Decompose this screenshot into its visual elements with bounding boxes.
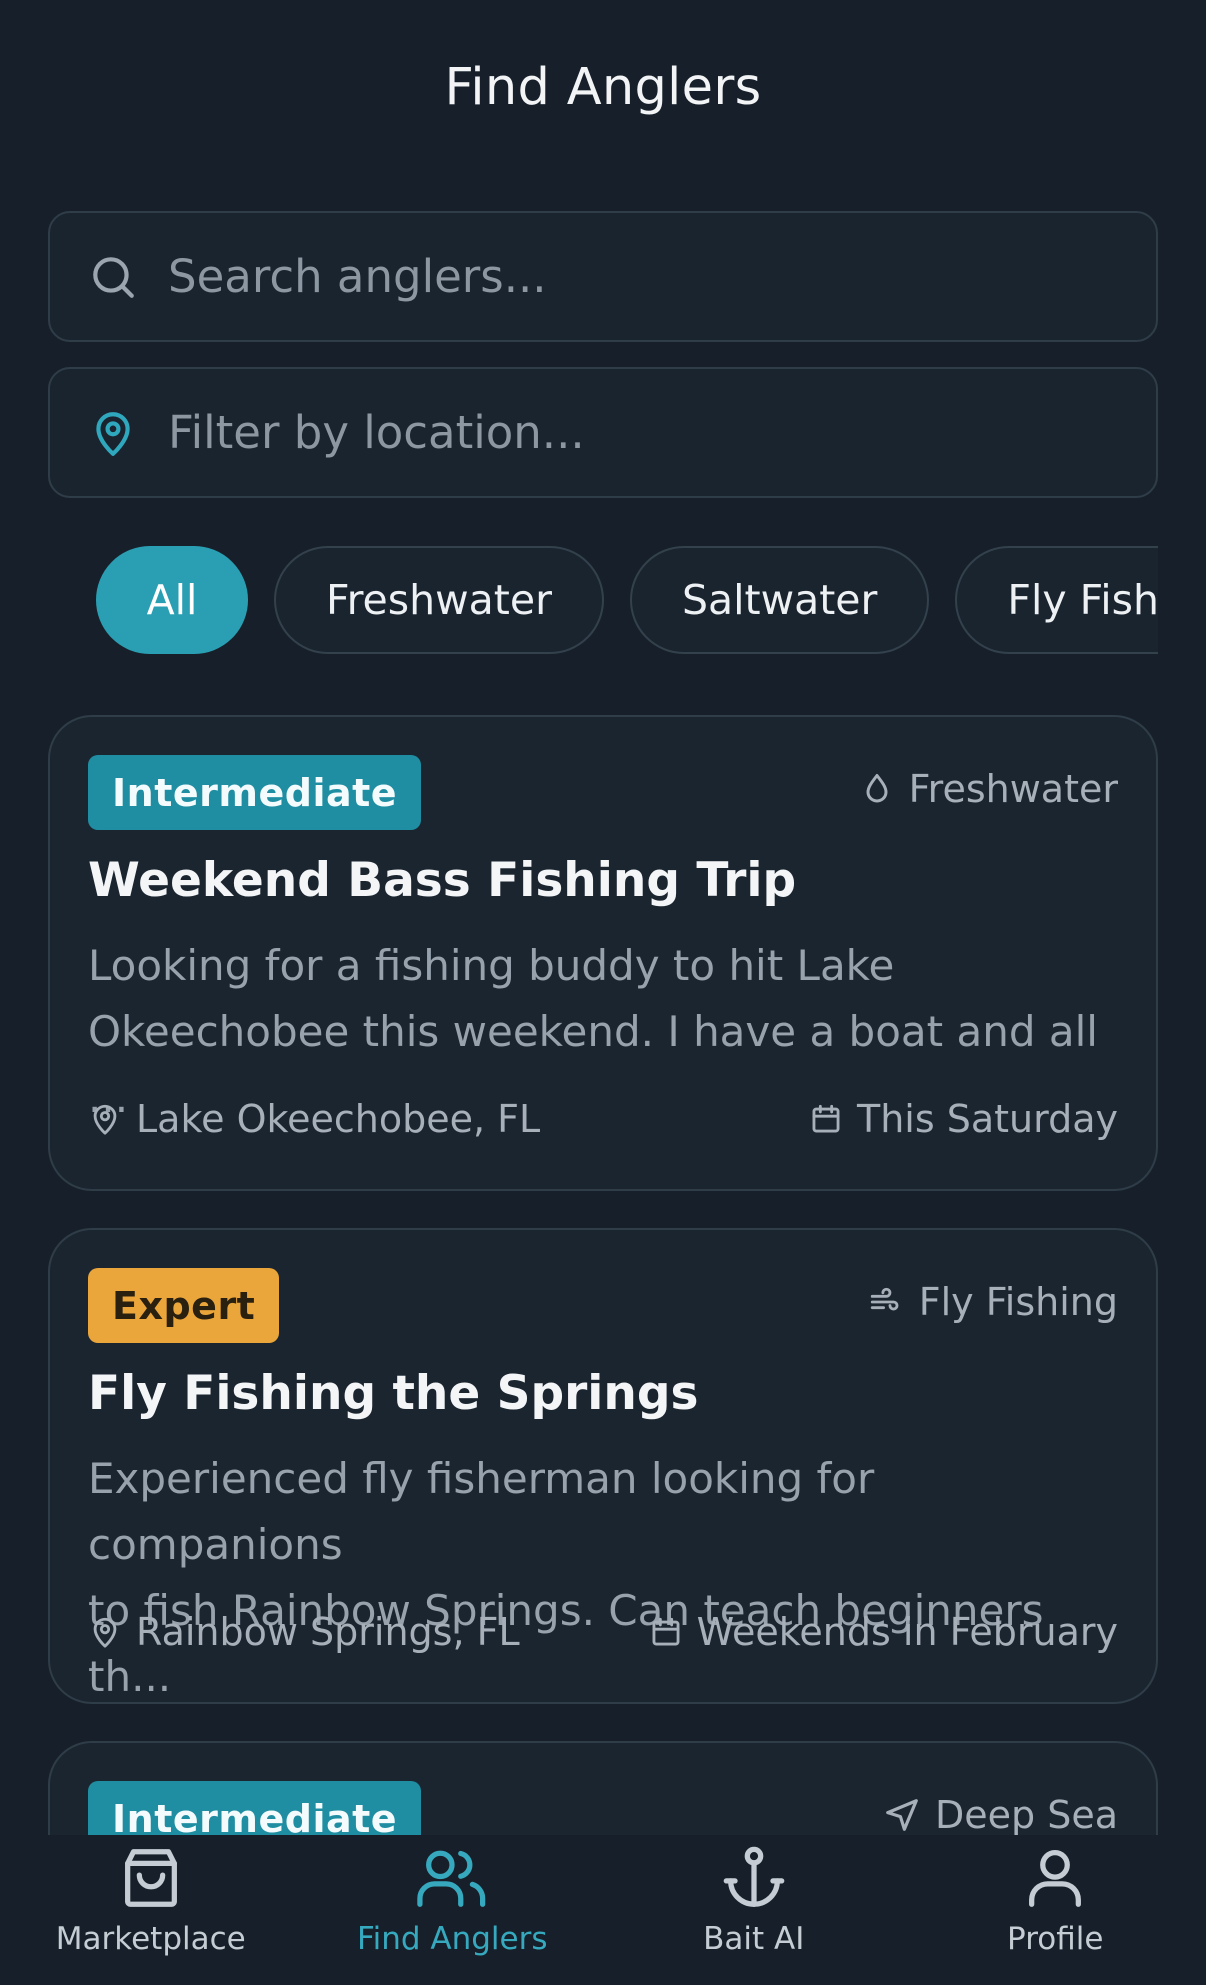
map-pin-icon bbox=[96, 411, 130, 456]
fishing-type-label: Fly Fishing bbox=[918, 1280, 1118, 1324]
filter-chip-freshwater[interactable]: Freshwater bbox=[274, 546, 604, 654]
nav-item-marketplace[interactable]: Marketplace bbox=[0, 1835, 302, 1985]
map-pin-icon bbox=[93, 1104, 117, 1135]
post-location: Rainbow Springs, FL bbox=[88, 1610, 520, 1654]
water-drop-icon bbox=[866, 774, 888, 803]
calendar-icon bbox=[652, 1617, 680, 1646]
nav-label: Marketplace bbox=[55, 1921, 246, 1957]
location-label: Lake Okeechobee, FL bbox=[136, 1097, 541, 1141]
fishing-type: Deep Sea bbox=[883, 1793, 1118, 1837]
navigation-arrow-icon bbox=[886, 1799, 918, 1831]
location-input[interactable] bbox=[168, 406, 1068, 459]
location-label: Rainbow Springs, FL bbox=[136, 1610, 520, 1654]
fishing-type: Freshwater bbox=[859, 767, 1118, 811]
fishing-type-label: Freshwater bbox=[908, 767, 1118, 811]
calendar-icon bbox=[812, 1104, 840, 1133]
post-description-line: Looking for a fishing buddy to hit Lake bbox=[88, 941, 895, 990]
skill-level-badge: Expert bbox=[88, 1268, 280, 1343]
search-icon bbox=[93, 256, 134, 298]
users-icon bbox=[417, 1850, 486, 1907]
fishing-type: Fly Fishing bbox=[865, 1280, 1118, 1324]
post-location: Lake Okeechobee, FL bbox=[88, 1097, 540, 1141]
user-icon bbox=[1029, 1850, 1082, 1907]
angler-post-card[interactable]: Intermediate Freshwater Weekend Bass Fis… bbox=[48, 715, 1158, 1191]
nav-item-find-anglers[interactable]: Find Anglers bbox=[302, 1835, 604, 1985]
filter-chips: All Freshwater Saltwater Fly Fishing bbox=[48, 546, 1158, 656]
post-description-line: Experienced fly fisherman looking for co… bbox=[88, 1454, 875, 1569]
search-field[interactable] bbox=[48, 211, 1158, 342]
search-input[interactable] bbox=[168, 250, 1068, 303]
post-description: Experienced fly fisherman looking for co… bbox=[88, 1446, 1128, 1710]
page-title: Find Anglers bbox=[444, 58, 762, 117]
post-title: Weekend Bass Fishing Trip bbox=[88, 853, 797, 908]
angler-post-card[interactable]: Expert Fly Fishing Fly Fishing the Sprin… bbox=[48, 1228, 1158, 1704]
skill-level-badge: Intermediate bbox=[88, 755, 422, 830]
filter-chip-fly-fishing[interactable]: Fly Fishing bbox=[955, 546, 1158, 654]
anchor-icon bbox=[723, 1846, 785, 1907]
post-date: This Saturday bbox=[809, 1097, 1118, 1141]
filter-chip-saltwater[interactable]: Saltwater bbox=[629, 546, 930, 654]
location-filter-field[interactable] bbox=[48, 367, 1158, 498]
nav-label: Bait AI bbox=[703, 1921, 805, 1957]
fishing-type-label: Deep Sea bbox=[934, 1793, 1118, 1837]
nav-item-bait-ai[interactable]: Bait AI bbox=[603, 1835, 905, 1985]
nav-label: Profile bbox=[1007, 1921, 1104, 1957]
shopping-bag-icon bbox=[124, 1849, 177, 1907]
date-label: Weekends in February bbox=[696, 1610, 1118, 1654]
date-label: This Saturday bbox=[857, 1097, 1118, 1141]
post-date: Weekends in February bbox=[649, 1610, 1118, 1654]
post-title: Fly Fishing the Springs bbox=[88, 1366, 699, 1421]
wind-icon bbox=[870, 1287, 899, 1311]
map-pin-icon bbox=[93, 1617, 117, 1648]
filter-chip-all[interactable]: All bbox=[96, 546, 248, 654]
nav-label: Find Anglers bbox=[357, 1921, 548, 1957]
bottom-navigation: Marketplace Find Anglers Bait AI Profile bbox=[0, 1835, 1206, 1985]
nav-item-profile[interactable]: Profile bbox=[905, 1835, 1206, 1985]
